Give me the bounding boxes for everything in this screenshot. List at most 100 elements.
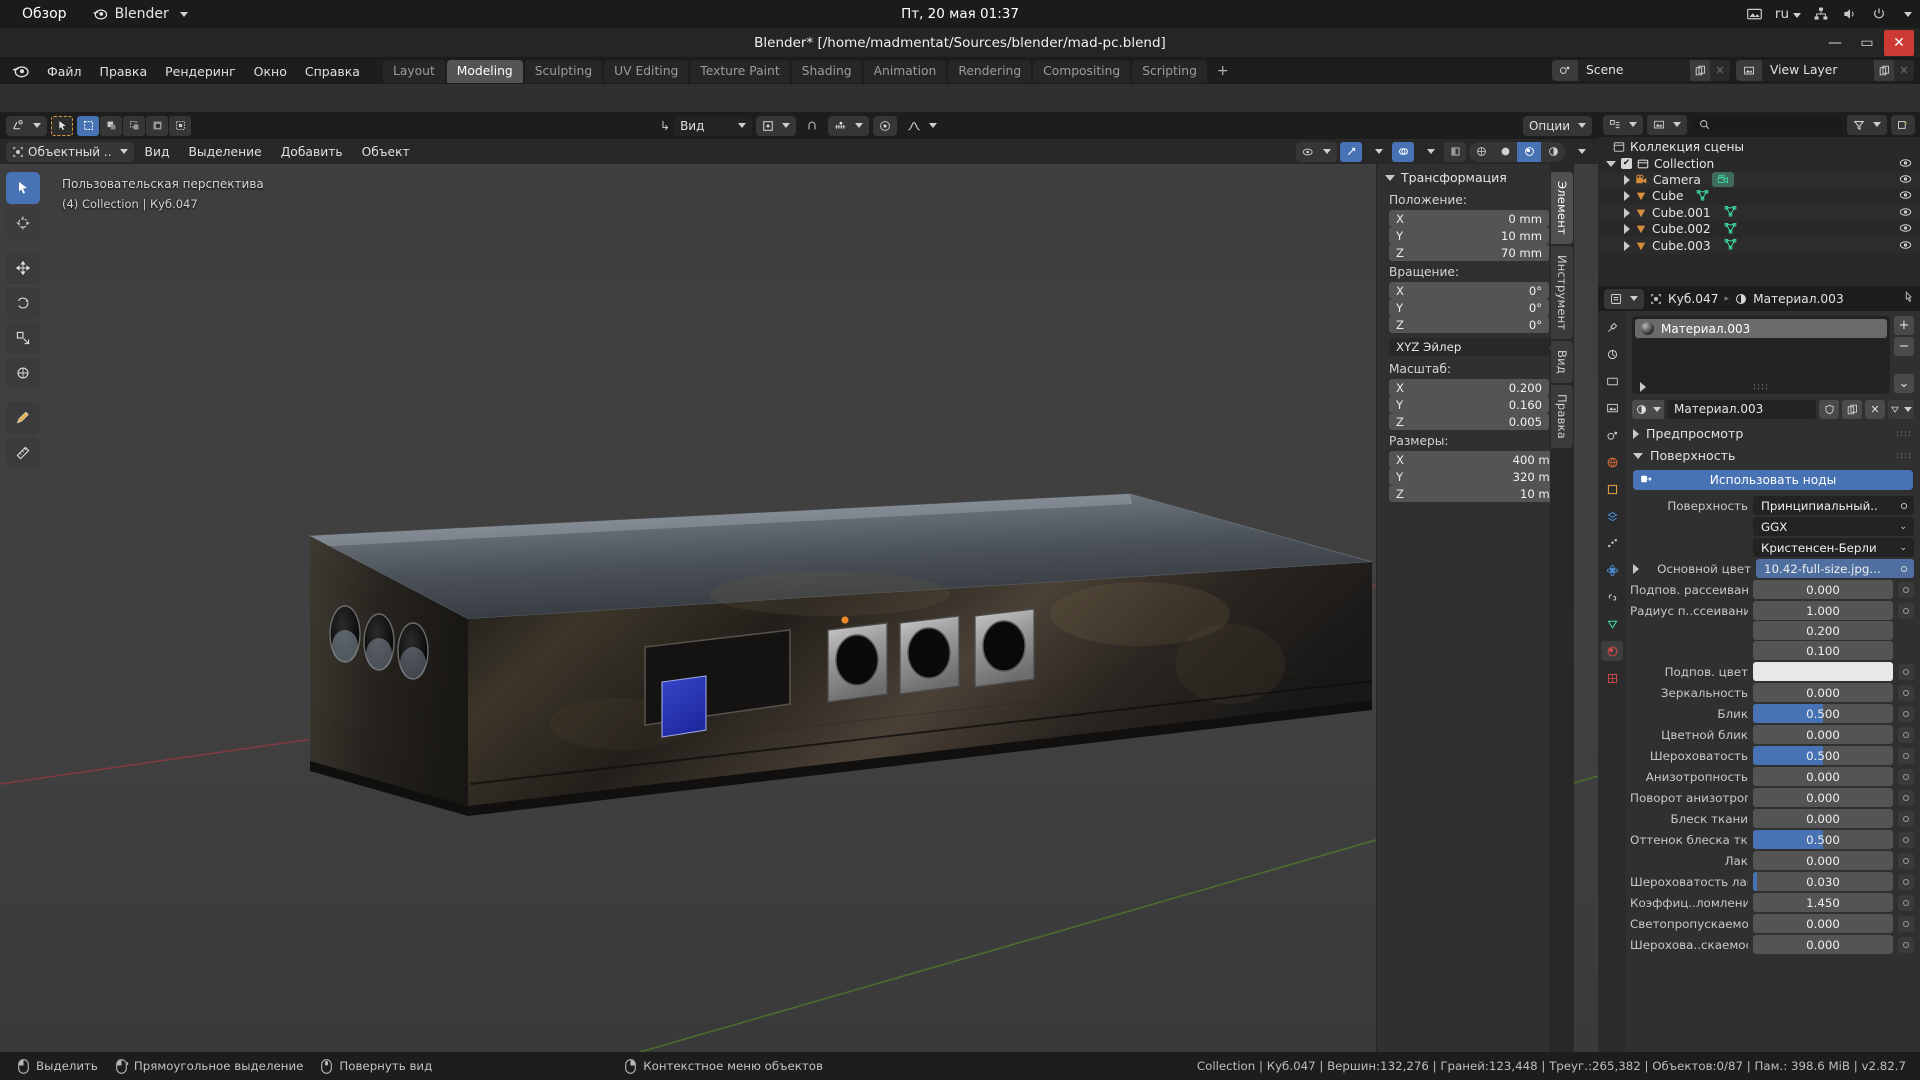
property-row-sheen-tint[interactable]: Оттенок блеска тка.. 0.500 <box>1626 830 1920 849</box>
tab-shading[interactable]: Shading <box>791 59 862 83</box>
outliner-row-collection[interactable]: ✔ Collection <box>1598 155 1920 171</box>
expand-subtree-icon[interactable] <box>1630 563 1642 574</box>
tab-layout[interactable]: Layout <box>382 59 445 83</box>
animate-property-icon[interactable] <box>1898 852 1914 869</box>
anisotropic-value[interactable]: 0.000 <box>1753 767 1893 786</box>
property-row-transmission[interactable]: Светопропускаемос.. 0.000 <box>1626 914 1920 933</box>
expand-triangle-icon[interactable] <box>1624 191 1630 202</box>
property-row-subsurface-radius[interactable]: Радиус п..ссеивания 1.000 <box>1626 601 1920 620</box>
anisotropic-rotation-value[interactable]: 0.000 <box>1753 788 1893 807</box>
tab-tool-properties[interactable] <box>1601 317 1623 337</box>
gizmo-toggle-icon[interactable] <box>1340 141 1362 162</box>
viewport-menu-view[interactable]: Вид <box>137 142 178 162</box>
unlink-scene-button[interactable]: ✕ <box>1710 60 1730 81</box>
property-row-subsurface-color[interactable]: Подпов. цвет <box>1626 662 1920 681</box>
tool-scale-icon[interactable] <box>6 322 40 354</box>
add-workspace-button[interactable]: + <box>1209 61 1237 81</box>
tab-compositing[interactable]: Compositing <box>1033 59 1131 83</box>
preview-section-header[interactable]: Предпросмотр :::: <box>1626 419 1920 446</box>
visibility-eye-icon[interactable] <box>1899 189 1912 203</box>
mesh-data-icon[interactable] <box>1724 238 1737 253</box>
ior-value[interactable]: 1.450 <box>1753 893 1893 912</box>
volume-icon[interactable] <box>1842 6 1859 23</box>
animate-property-icon[interactable] <box>1898 684 1914 701</box>
mesh-data-icon[interactable] <box>1696 189 1709 204</box>
shading-material-preview-icon[interactable] <box>1517 141 1541 162</box>
visibility-eye-icon[interactable] <box>1899 239 1912 253</box>
active-tool-icon[interactable] <box>51 115 73 136</box>
animate-property-icon[interactable] <box>1898 936 1914 953</box>
clearcoat-value[interactable]: 0.000 <box>1753 851 1893 870</box>
tool-rotate-icon[interactable] <box>6 287 40 319</box>
dimension-z-row[interactable]: Z 10 mm <box>1377 485 1574 502</box>
expand-triangle-icon[interactable] <box>1624 207 1630 218</box>
property-row-anisotropic-rotation[interactable]: Поворот анизотропии 0.000 <box>1626 788 1920 807</box>
material-slot-item[interactable]: Материал.003 <box>1635 319 1887 338</box>
outliner-display-mode-dropdown[interactable] <box>1647 114 1687 135</box>
overlays-toggle-icon[interactable] <box>1392 141 1414 162</box>
visibility-eye-icon[interactable] <box>1899 173 1912 187</box>
specular-slider[interactable]: 0.500 <box>1753 704 1893 723</box>
maximize-button[interactable]: ▭ <box>1852 30 1882 56</box>
outliner-search-input[interactable] <box>1691 115 1843 134</box>
tab-scripting[interactable]: Scripting <box>1132 59 1207 83</box>
surface-section-header[interactable]: Поверхность :::: <box>1626 446 1920 468</box>
menu-file[interactable]: Файл <box>38 61 91 82</box>
outliner-new-collection-button[interactable] <box>1891 114 1915 135</box>
scale-z-row[interactable]: Z 0.005 <box>1377 413 1574 430</box>
property-row-sheen[interactable]: Блеск ткани 0.000 <box>1626 809 1920 828</box>
system-menu-chevron-icon[interactable] <box>1904 11 1912 17</box>
rotation-mode-dropdown[interactable]: XYZ Эйлер ⌄ <box>1389 338 1562 356</box>
activities-button[interactable]: Обзор <box>8 6 81 22</box>
scene-datablock[interactable]: Scene ✕ <box>1552 60 1730 81</box>
select-box-icon[interactable] <box>77 115 99 136</box>
rotation-x-row[interactable]: X 0° <box>1377 282 1574 299</box>
use-nodes-button[interactable]: Использовать ноды <box>1633 470 1913 490</box>
scale-x-row[interactable]: X 0.200 <box>1377 379 1574 396</box>
network-icon[interactable] <box>1813 6 1830 23</box>
add-material-slot-button[interactable]: + <box>1894 316 1914 335</box>
npanel-tab-edit[interactable]: Правка <box>1551 384 1573 448</box>
gizmo-settings-dropdown[interactable] <box>1365 142 1389 162</box>
tab-sculpting[interactable]: Sculpting <box>524 59 603 83</box>
property-row-clearcoat-roughness[interactable]: Шероховатость лака 0.030 <box>1626 872 1920 891</box>
active-app-menu[interactable]: Blender <box>81 6 198 23</box>
outliner-filter-button[interactable] <box>1847 114 1887 135</box>
expand-triangle-icon[interactable] <box>1624 174 1630 185</box>
animate-property-icon[interactable] <box>1898 663 1914 680</box>
subsurface-radius-x[interactable]: 1.000 <box>1753 601 1893 620</box>
collection-checkbox[interactable]: ✔ <box>1621 158 1632 170</box>
os-clock[interactable]: Пт, 20 мая 01:37 <box>901 6 1019 22</box>
viewlayer-datablock[interactable]: View Layer ✕ <box>1736 60 1914 81</box>
sheen-value[interactable]: 0.000 <box>1753 809 1893 828</box>
clearcoat-roughness-slider[interactable]: 0.030 <box>1753 872 1893 891</box>
property-row-specular[interactable]: Блик 0.500 <box>1626 704 1920 723</box>
property-row-subsurface-radius-y[interactable]: 0.200 <box>1626 621 1920 640</box>
tab-animation[interactable]: Animation <box>863 59 947 83</box>
property-row-surface[interactable]: Поверхность Принципиальный.. <box>1626 496 1920 515</box>
tool-measure-icon[interactable] <box>6 437 40 469</box>
viewport-menu-object[interactable]: Объект <box>354 142 418 162</box>
tab-texture-paint[interactable]: Texture Paint <box>690 59 790 83</box>
tool-move-icon[interactable] <box>6 252 40 284</box>
select-invert-icon[interactable] <box>146 115 168 136</box>
menu-window[interactable]: Окно <box>245 61 296 82</box>
property-row-anisotropic[interactable]: Анизотропность 0.000 <box>1626 767 1920 786</box>
specular-tint-value[interactable]: 0.000 <box>1753 725 1893 744</box>
visibility-eye-icon[interactable] <box>1899 206 1912 220</box>
subsurface-value[interactable]: 0.000 <box>1753 580 1893 599</box>
roughness-slider[interactable]: 0.500 <box>1753 746 1893 765</box>
expand-triangle-icon[interactable] <box>1624 240 1630 251</box>
property-row-distribution[interactable]: GGX ⌄ <box>1626 517 1920 536</box>
property-row-subsurface[interactable]: Подпов. рассеивани 0.000 <box>1626 580 1920 599</box>
animate-property-icon[interactable] <box>1898 831 1914 848</box>
animate-property-icon[interactable] <box>1900 562 1908 576</box>
transmission-value[interactable]: 0.000 <box>1753 914 1893 933</box>
shading-solid-icon[interactable] <box>1493 142 1517 162</box>
material-name-field[interactable]: Материал.003 <box>1667 400 1816 419</box>
shading-wireframe-icon[interactable] <box>1469 142 1493 162</box>
keyboard-layout-indicator[interactable]: ru <box>1775 6 1801 22</box>
xray-toggle-icon[interactable] <box>1444 141 1466 162</box>
tab-modeling[interactable]: Modeling <box>446 59 523 83</box>
tab-world-properties[interactable] <box>1601 452 1623 472</box>
